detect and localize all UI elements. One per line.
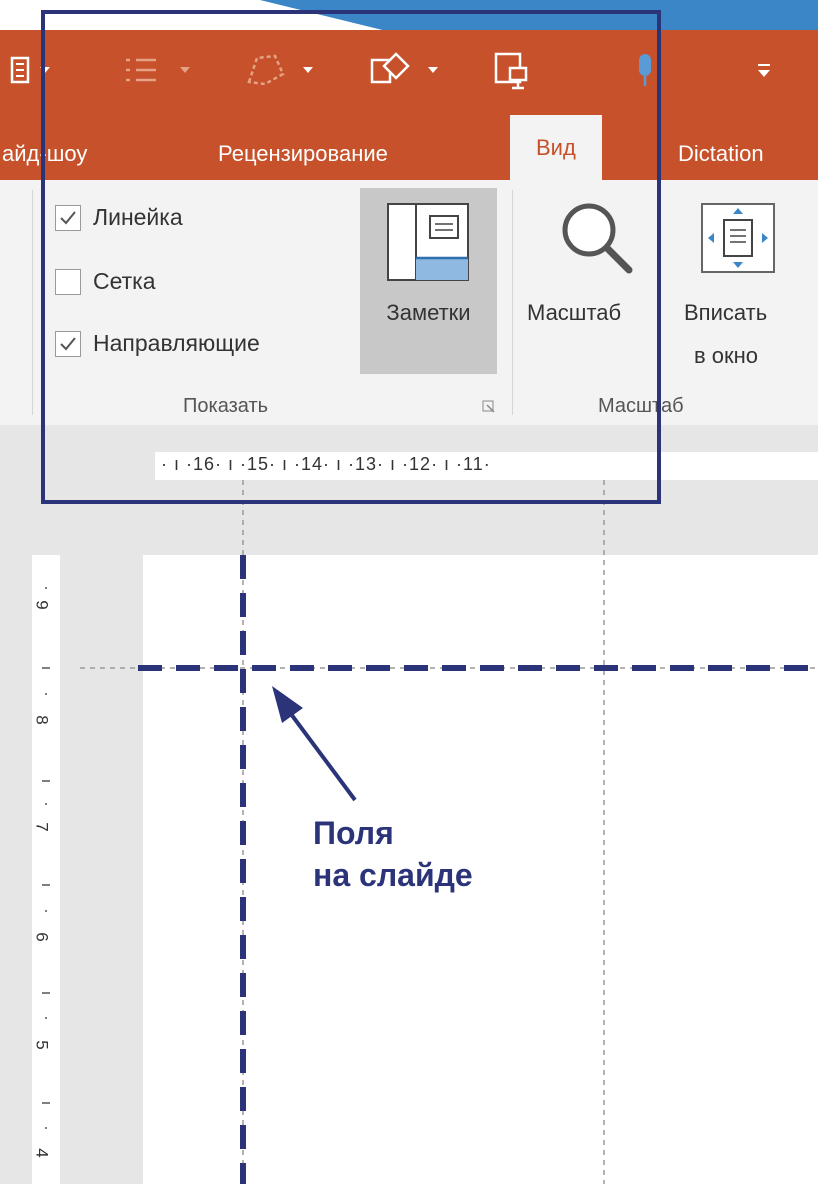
annotation-arrowhead xyxy=(272,686,303,723)
annotation-arrow xyxy=(286,708,357,802)
annotation-line2: на слайде xyxy=(313,857,473,893)
annotation-callout: Поля на слайде xyxy=(313,812,473,896)
highlight-frame xyxy=(41,10,661,504)
annotation-line1: Поля xyxy=(313,815,394,851)
